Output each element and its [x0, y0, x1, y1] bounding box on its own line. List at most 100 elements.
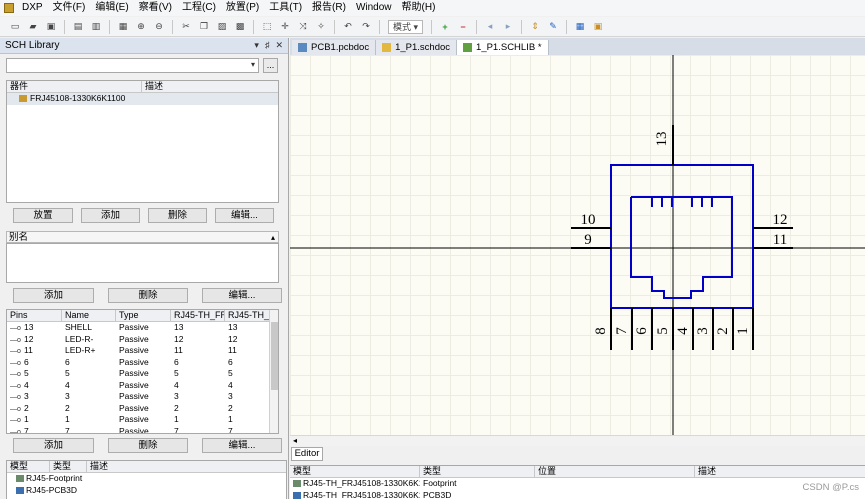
- panel-menu-icon[interactable]: ▾: [254, 40, 259, 51]
- menu-project[interactable]: 工程(C): [177, 0, 221, 16]
- menu-file[interactable]: 文件(F): [48, 0, 91, 16]
- add-mode-icon[interactable]: +: [439, 21, 451, 33]
- header-grid-location[interactable]: 位置: [535, 466, 695, 477]
- edit-pin-button[interactable]: 编辑...: [202, 438, 282, 453]
- cut-icon[interactable]: ✂: [180, 21, 192, 33]
- pin-row[interactable]: —o 3 3 Passive 3 3: [7, 391, 278, 403]
- mode-dropdown[interactable]: 模式 ▾: [388, 19, 424, 34]
- grid-icon[interactable]: ▦: [574, 21, 586, 33]
- alias-section-header[interactable]: 别名 ▴: [6, 231, 279, 243]
- pin-row[interactable]: —o 2 2 Passive 2 2: [7, 403, 278, 415]
- editor-tab[interactable]: Editor: [291, 447, 323, 461]
- header-footprint-1[interactable]: RJ45-TH_FR...: [171, 310, 225, 321]
- canvas-horizontal-scrollbar[interactable]: ◂: [290, 435, 865, 446]
- pin-row[interactable]: —o 13 SHELL Passive 13 13: [7, 322, 278, 334]
- header-type[interactable]: Type: [116, 310, 171, 321]
- library-filter-input[interactable]: ▾: [6, 58, 259, 73]
- paste-icon[interactable]: ▨: [216, 21, 228, 33]
- panel-title: SCH Library: [5, 40, 60, 51]
- add-alias-button[interactable]: 添加: [13, 288, 94, 303]
- tab-pcb1[interactable]: PCB1.pcbdoc: [292, 40, 377, 55]
- next-mode-icon[interactable]: ▸: [502, 21, 514, 33]
- deselect-icon[interactable]: ⤨: [297, 21, 309, 33]
- header-pins[interactable]: Pins: [7, 310, 62, 321]
- delete-pin-button[interactable]: 删除: [108, 438, 188, 453]
- delete-alias-button[interactable]: 删除: [108, 288, 188, 303]
- tab-schdoc[interactable]: 1_P1.schdoc: [376, 40, 458, 55]
- menu-dxp[interactable]: DXP: [17, 0, 48, 16]
- header-component[interactable]: 器件: [7, 81, 142, 92]
- model-row[interactable]: RJ45-Footprint: [7, 473, 286, 485]
- remove-mode-icon[interactable]: −: [457, 21, 469, 33]
- rubber-stamp-icon[interactable]: ▩: [234, 21, 246, 33]
- pin-row[interactable]: —o 11 LED-R+ Passive 11 11: [7, 345, 278, 357]
- pin-icon: —o: [10, 371, 21, 378]
- new-file-icon[interactable]: ▭: [9, 21, 21, 33]
- pin-name: LED-R+: [65, 345, 96, 355]
- edit-component-button[interactable]: 编辑...: [215, 208, 274, 223]
- header-model-type[interactable]: 类型: [50, 461, 87, 472]
- pin-row[interactable]: —o 7 7 Passive 7 7: [7, 426, 278, 434]
- tab-schlib[interactable]: 1_P1.SCHLIB *: [457, 40, 549, 55]
- schematic-canvas[interactable]: 13 10 9 12 11 87654321: [290, 55, 865, 435]
- model-grid-row[interactable]: RJ45-TH_FRJ45108-1330K6K1100 PCB3D: [290, 490, 865, 499]
- pin-type: Passive: [119, 391, 149, 401]
- menu-place[interactable]: 放置(P): [221, 0, 264, 16]
- edit-alias-button[interactable]: 编辑...: [202, 288, 282, 303]
- scroll-left-icon[interactable]: ◂: [293, 436, 297, 445]
- pin-footprint-2: 13: [228, 322, 238, 332]
- pins-scrollbar[interactable]: [269, 310, 278, 433]
- component-row[interactable]: FRJ45108-1330K6K1100: [7, 93, 278, 105]
- select-area-icon[interactable]: ⬚: [261, 21, 273, 33]
- panel-close-icon[interactable]: ✕: [275, 40, 283, 51]
- menu-edit[interactable]: 编辑(E): [90, 0, 133, 16]
- print-icon[interactable]: ▤: [72, 21, 84, 33]
- delete-component-button[interactable]: 删除: [148, 208, 207, 223]
- header-grid-desc[interactable]: 描述: [695, 466, 865, 477]
- header-grid-model[interactable]: 模型: [290, 466, 420, 477]
- print-preview-icon[interactable]: ▥: [90, 21, 102, 33]
- pin-row[interactable]: —o 6 6 Passive 6 6: [7, 357, 278, 369]
- move-icon[interactable]: ✛: [279, 21, 291, 33]
- pin-row[interactable]: —o 12 LED-R- Passive 12 12: [7, 334, 278, 346]
- browse-icon[interactable]: ▦: [117, 21, 129, 33]
- scrollbar-thumb[interactable]: [271, 322, 278, 390]
- browse-button[interactable]: ...: [263, 58, 278, 73]
- menu-tools[interactable]: 工具(T): [264, 0, 307, 16]
- undo-icon[interactable]: ↶: [342, 21, 354, 33]
- redo-icon[interactable]: ↷: [360, 21, 372, 33]
- add-component-button[interactable]: 添加: [81, 208, 140, 223]
- header-footprint-2[interactable]: RJ45-TH_FI: [225, 310, 270, 321]
- zoom-in-icon[interactable]: ⊕: [135, 21, 147, 33]
- menu-reports[interactable]: 报告(R): [307, 0, 351, 16]
- pin-row[interactable]: —o 5 5 Passive 5 5: [7, 368, 278, 380]
- menu-help[interactable]: 帮助(H): [397, 0, 441, 16]
- pin-row[interactable]: —o 4 4 Passive 4 4: [7, 380, 278, 392]
- chevron-down-icon[interactable]: ▾: [251, 60, 255, 69]
- prev-mode-icon[interactable]: ◂: [484, 21, 496, 33]
- header-name[interactable]: Name: [62, 310, 116, 321]
- model-row[interactable]: RJ45-PCB3D: [7, 485, 286, 497]
- place-button[interactable]: 放置: [13, 208, 73, 223]
- save-icon[interactable]: ▣: [45, 21, 57, 33]
- panel-pin-icon[interactable]: ♯: [265, 40, 270, 51]
- pin-row[interactable]: —o 1 1 Passive 1 1: [7, 414, 278, 426]
- header-grid-type[interactable]: 类型: [420, 466, 535, 477]
- model-grid-row[interactable]: RJ45-TH_FRJ45108-1330K6K1100 Footprint: [290, 478, 865, 490]
- open-folder-icon[interactable]: ▰: [27, 21, 39, 33]
- header-model-desc[interactable]: 描述: [87, 461, 286, 472]
- header-model[interactable]: 模型: [7, 461, 50, 472]
- pin-footprint-1: 11: [174, 345, 183, 355]
- model-manager-icon[interactable]: ▣: [592, 21, 604, 33]
- pin-label-bottom: 1: [735, 327, 751, 335]
- copy-icon[interactable]: ❐: [198, 21, 210, 33]
- pin-name: 2: [65, 402, 70, 413]
- menu-window[interactable]: Window: [351, 0, 397, 16]
- add-pin-button[interactable]: 添加: [13, 438, 94, 453]
- drawing-tools-icon[interactable]: ✎: [547, 21, 559, 33]
- place-ieee-symbol-icon[interactable]: ⇕: [529, 21, 541, 33]
- zoom-out-icon[interactable]: ⊖: [153, 21, 165, 33]
- clear-filter-icon[interactable]: ✧: [315, 21, 327, 33]
- menu-view[interactable]: 察看(V): [134, 0, 177, 16]
- header-description[interactable]: 描述: [142, 81, 278, 92]
